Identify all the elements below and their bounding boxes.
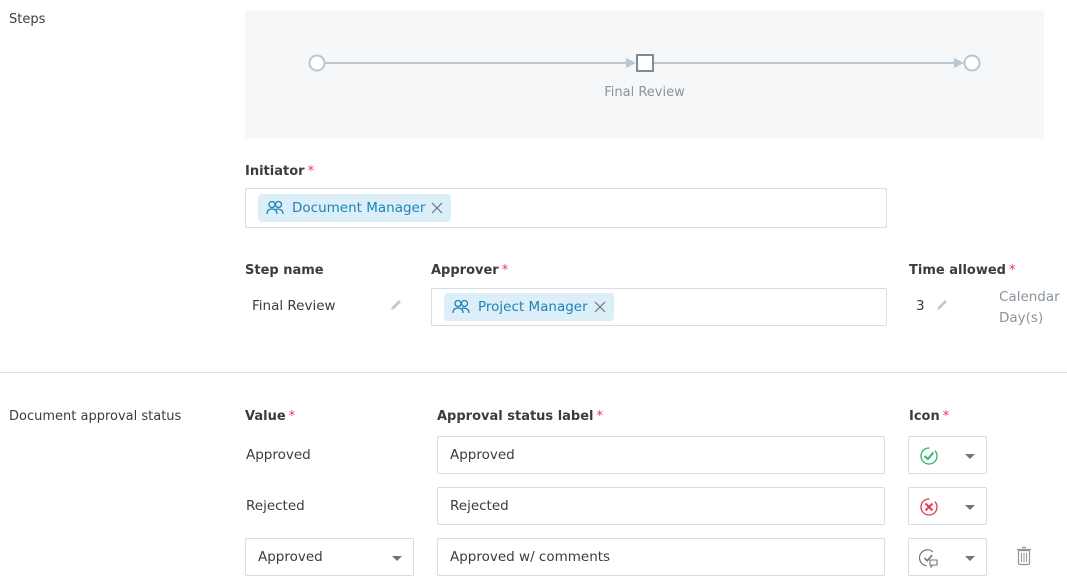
initiator-label-text: Initiator: [245, 164, 305, 179]
value-header-text: Value: [245, 409, 286, 424]
value-header: Value *: [245, 409, 295, 424]
status-value-text: Rejected: [246, 498, 305, 514]
required-mark: *: [942, 409, 950, 424]
status-label-input[interactable]: Approved w/ comments: [437, 538, 885, 576]
flow-end-node: [963, 54, 981, 72]
workflow-diagram: Final Review: [245, 10, 1044, 138]
status-label-input[interactable]: Approved: [437, 436, 885, 474]
status-label-header: Approval status label *: [437, 409, 603, 424]
chip-label: Project Manager: [478, 299, 588, 315]
icon-select[interactable]: [908, 487, 987, 525]
status-label-header-text: Approval status label: [437, 409, 594, 424]
approver-chip: Project Manager: [444, 293, 614, 321]
step-name-value: Final Review: [252, 298, 336, 314]
required-mark: *: [307, 164, 315, 179]
edit-step-name-icon[interactable]: [389, 298, 403, 312]
icon-header-text: Icon: [909, 409, 940, 424]
chevron-down-icon: [965, 454, 975, 459]
flow-step-node[interactable]: [636, 54, 654, 72]
chip-label: Document Manager: [292, 200, 426, 216]
required-mark: *: [288, 409, 296, 424]
steps-section-label: Steps: [9, 12, 46, 27]
status-value-selected: Approved: [258, 549, 323, 565]
icon-select[interactable]: [908, 538, 987, 576]
approver-header: Approver *: [431, 263, 508, 278]
people-icon: [452, 299, 470, 314]
flow-step-label: Final Review: [604, 85, 685, 100]
time-allowed-value: 3: [916, 298, 925, 314]
chevron-down-icon: [392, 556, 402, 561]
status-label-value: Approved w/ comments: [450, 549, 611, 565]
flow-arrow-1: [626, 58, 636, 68]
initiator-label: Initiator *: [245, 164, 314, 179]
required-mark: *: [501, 263, 509, 278]
required-mark: *: [1008, 263, 1016, 278]
chevron-down-icon: [965, 556, 975, 561]
approval-status-section-label: Document approval status: [9, 409, 182, 424]
required-mark: *: [596, 409, 604, 424]
trash-icon[interactable]: [1016, 546, 1032, 566]
remove-chip-icon[interactable]: [431, 202, 443, 214]
section-divider: [0, 372, 1067, 373]
initiator-chip: Document Manager: [258, 194, 452, 222]
flow-arrow-2: [954, 58, 964, 68]
approved-with-comments-icon: [919, 549, 938, 568]
step-name-header: Step name: [245, 263, 324, 278]
time-unit-line1: Calendar: [999, 289, 1060, 305]
people-icon: [266, 200, 284, 215]
chevron-down-icon: [965, 505, 975, 510]
status-value-select[interactable]: Approved: [245, 538, 414, 576]
icon-select[interactable]: [908, 436, 987, 474]
time-unit: Calendar Day(s): [999, 287, 1060, 329]
status-label-input[interactable]: Rejected: [437, 487, 885, 525]
workflow-diagram-svg: [308, 54, 981, 72]
approved-check-icon: [920, 447, 938, 465]
status-label-value: Rejected: [450, 498, 509, 514]
status-label-value: Approved: [450, 447, 515, 463]
time-allowed-header-text: Time allowed: [909, 263, 1006, 278]
approver-header-text: Approver: [431, 263, 499, 278]
rejected-x-icon: [920, 498, 938, 516]
approver-input[interactable]: Project Manager: [431, 288, 887, 326]
initiator-input[interactable]: Document Manager: [245, 188, 887, 228]
status-value-text: Approved: [246, 447, 311, 463]
icon-header: Icon *: [909, 409, 949, 424]
flow-start-node: [308, 54, 326, 72]
time-allowed-header: Time allowed *: [909, 263, 1015, 278]
time-unit-line2: Day(s): [999, 310, 1044, 326]
edit-time-allowed-icon[interactable]: [935, 298, 949, 312]
remove-chip-icon[interactable]: [594, 301, 606, 313]
